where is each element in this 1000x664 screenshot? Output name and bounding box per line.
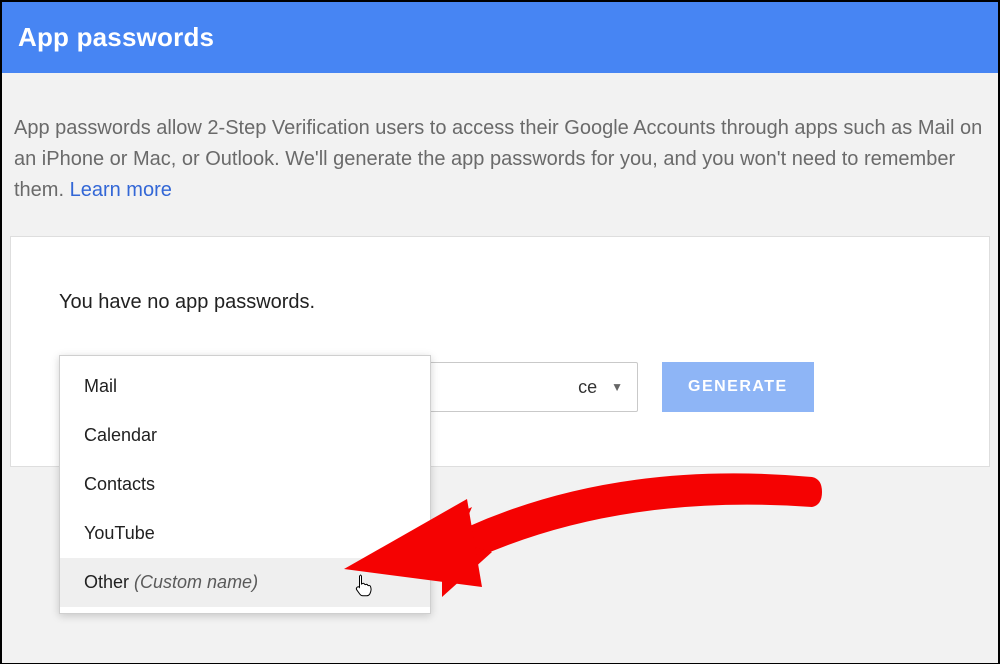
dropdown-item-mail[interactable]: Mail — [60, 362, 430, 411]
dropdown-item-label: Other — [84, 572, 134, 592]
dropdown-item-other[interactable]: Other (Custom name) — [60, 558, 430, 607]
dropdown-item-suffix: (Custom name) — [134, 572, 258, 592]
controls-row: Select app ▼ ce ▼ GENERATE Mail Calendar… — [59, 362, 941, 412]
description-text: App passwords allow 2-Step Verification … — [10, 113, 990, 236]
page-title: App passwords — [18, 22, 214, 52]
generate-button[interactable]: GENERATE — [662, 362, 814, 412]
dropdown-item-label: Contacts — [84, 474, 155, 494]
no-passwords-message: You have no app passwords. — [59, 291, 941, 314]
dropdown-item-label: YouTube — [84, 523, 155, 543]
dropdown-item-label: Mail — [84, 376, 117, 396]
learn-more-link[interactable]: Learn more — [70, 179, 172, 201]
hand-cursor-icon — [354, 573, 374, 601]
dropdown-item-youtube[interactable]: YouTube — [60, 509, 430, 558]
select-app-menu: Mail Calendar Contacts YouTube Other (Cu… — [59, 355, 431, 614]
page-header: App passwords — [2, 2, 998, 73]
dropdown-item-calendar[interactable]: Calendar — [60, 411, 430, 460]
app-passwords-card: You have no app passwords. Select app ▼ … — [10, 236, 990, 467]
select-device-dropdown[interactable]: ce ▼ — [428, 362, 638, 412]
dropdown-item-label: Calendar — [84, 425, 157, 445]
dropdown-item-contacts[interactable]: Contacts — [60, 460, 430, 509]
content-area: App passwords allow 2-Step Verification … — [2, 73, 998, 663]
chevron-down-icon: ▼ — [611, 380, 623, 394]
select-device-label: ce — [578, 377, 597, 398]
